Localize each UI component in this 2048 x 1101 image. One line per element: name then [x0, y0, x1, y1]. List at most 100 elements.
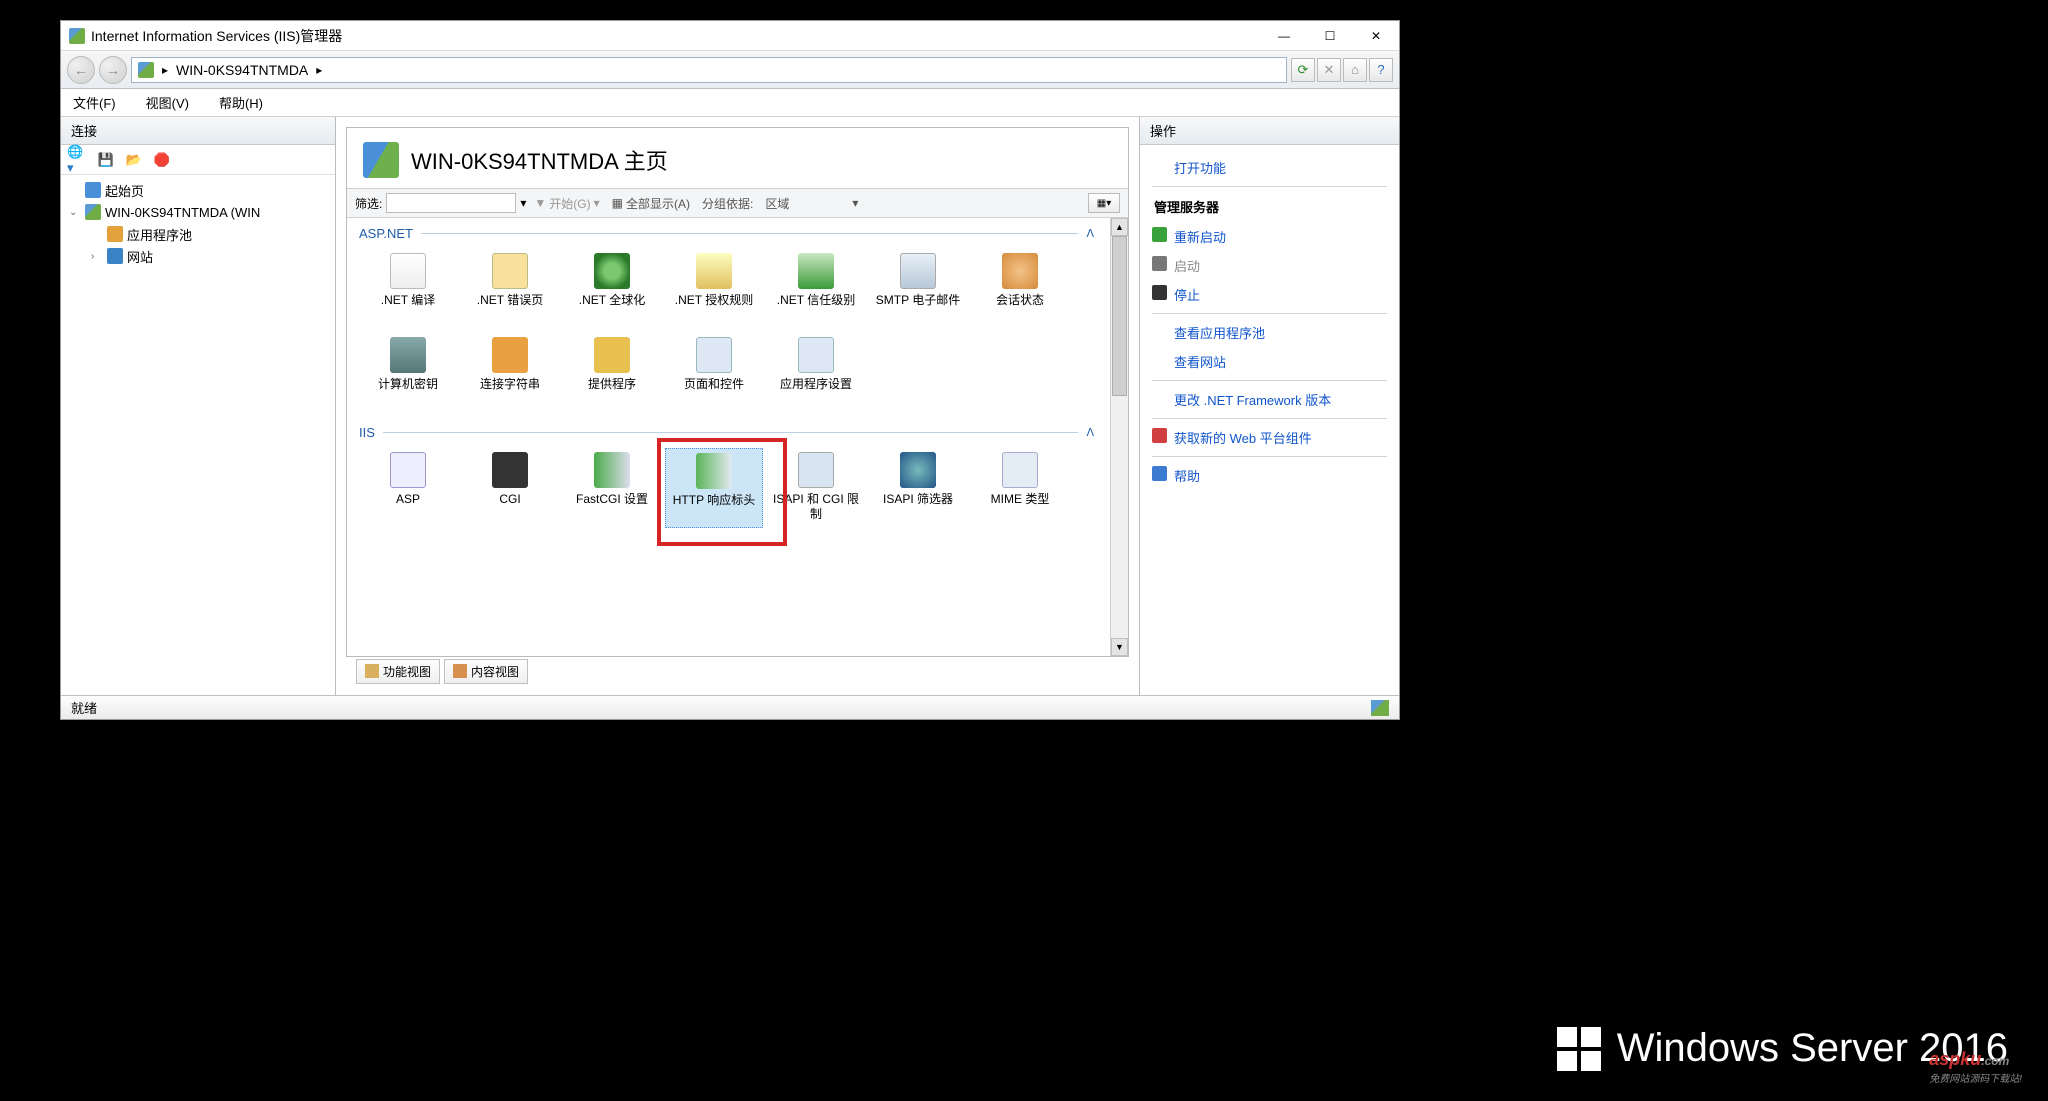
features-view-icon	[365, 664, 379, 678]
navbar: ← → ▸ WIN-0KS94TNTMDA ▸ ⟳ ✕ ⌂ ?	[61, 51, 1399, 89]
annotation-highlight	[657, 438, 787, 546]
group-aspnet[interactable]: ASP.NET ᐱ	[359, 226, 1098, 241]
feature-net-global[interactable]: .NET 全球化	[563, 249, 661, 327]
db-icon	[492, 337, 528, 373]
close-button[interactable]: ✕	[1353, 21, 1399, 51]
iis-manager-window: Internet Information Services (IIS)管理器 —…	[60, 20, 1400, 720]
cgi-icon	[492, 452, 528, 488]
feature-net-auth[interactable]: .NET 授权规则	[665, 249, 763, 327]
filter-input[interactable]	[386, 193, 516, 213]
breadcrumb-server[interactable]: WIN-0KS94TNTMDA	[176, 62, 308, 78]
stop-icon	[1152, 285, 1167, 300]
feature-cgi[interactable]: CGI	[461, 448, 559, 528]
filter-bar: 筛选: ▾ ▼ 开始(G) ▾ ▦ 全部显示(A)	[347, 188, 1128, 218]
tab-features-view[interactable]: 功能视图	[356, 659, 440, 684]
page-title: WIN-0KS94TNTMDA 主页	[411, 144, 668, 176]
filter-start[interactable]: ▼ 开始(G) ▾	[530, 195, 603, 212]
feature-machine-key[interactable]: 计算机密钥	[359, 333, 457, 411]
maximize-button[interactable]: ☐	[1307, 21, 1353, 51]
server-icon	[85, 204, 101, 220]
auth-icon	[696, 253, 732, 289]
start-icon	[1152, 256, 1167, 271]
open-icon[interactable]: 📂	[123, 149, 145, 171]
feature-fastcgi[interactable]: FastCGI 设置	[563, 448, 661, 528]
action-change-net[interactable]: 更改 .NET Framework 版本	[1152, 385, 1387, 414]
feature-conn-str[interactable]: 连接字符串	[461, 333, 559, 411]
back-button[interactable]: ←	[67, 56, 95, 84]
help-button[interactable]: ?	[1369, 58, 1393, 82]
action-manage-server: 管理服务器	[1152, 191, 1387, 222]
menu-file[interactable]: 文件(F)	[67, 89, 122, 116]
trust-icon	[798, 253, 834, 289]
minimize-button[interactable]: —	[1261, 21, 1307, 51]
menu-view[interactable]: 视图(V)	[140, 89, 195, 116]
feature-isapi-filter[interactable]: ISAPI 筛选器	[869, 448, 967, 528]
menubar: 文件(F) 视图(V) 帮助(H)	[61, 89, 1399, 117]
fastcgi-icon	[594, 452, 630, 488]
sites-icon	[107, 248, 123, 264]
feature-providers[interactable]: 提供程序	[563, 333, 661, 411]
action-view-pools[interactable]: 查看应用程序池	[1152, 318, 1387, 347]
restart-icon	[1152, 227, 1167, 242]
feature-net-error[interactable]: .NET 错误页	[461, 249, 559, 327]
feature-net-compile[interactable]: .NET 编译	[359, 249, 457, 327]
scroll-thumb[interactable]	[1112, 236, 1127, 396]
action-help[interactable]: 帮助	[1152, 461, 1387, 490]
app-icon	[69, 28, 85, 44]
center-panel: WIN-0KS94TNTMDA 主页 筛选: ▾ ▼ 开始(G) ▾	[336, 117, 1139, 695]
connections-tree: 起始页 ⌄ WIN-0KS94TNTMDA (WIN 应用程序池 ›	[61, 175, 335, 695]
feature-app-settings[interactable]: 应用程序设置	[767, 333, 865, 411]
feature-asp[interactable]: ASP	[359, 448, 457, 528]
refresh-button[interactable]: ⟳	[1291, 58, 1315, 82]
tree-label: 应用程序池	[127, 225, 192, 244]
feature-session[interactable]: 会话状态	[971, 249, 1069, 327]
filter-showall[interactable]: ▦ 全部显示(A)	[608, 195, 694, 212]
collapse-icon[interactable]: ᐱ	[1086, 227, 1098, 240]
breadcrumb-sep: ▸	[162, 63, 168, 77]
address-bar[interactable]: ▸ WIN-0KS94TNTMDA ▸	[131, 57, 1287, 83]
pages-icon	[696, 337, 732, 373]
menu-help[interactable]: 帮助(H)	[213, 89, 269, 116]
tray-icon	[1371, 700, 1389, 716]
action-open-feature[interactable]: 打开功能	[1152, 153, 1387, 182]
tree-app-pools[interactable]: 应用程序池	[63, 223, 333, 245]
provider-icon	[594, 337, 630, 373]
tree-label: 网站	[127, 247, 153, 266]
action-get-webpi[interactable]: 获取新的 Web 平台组件	[1152, 423, 1387, 452]
scroll-down-icon[interactable]: ▼	[1111, 638, 1128, 656]
delete-icon[interactable]: 🛑	[151, 149, 173, 171]
feature-smtp[interactable]: SMTP 电子邮件	[869, 249, 967, 327]
connections-panel: 连接 🌐▾ 💾 📂 🛑 起始页 ⌄ WIN	[61, 117, 336, 695]
settings-icon	[798, 337, 834, 373]
tab-content-view[interactable]: 内容视图	[444, 659, 528, 684]
group-by-value[interactable]: 区域 ▾	[761, 195, 862, 212]
tree-start-page[interactable]: 起始页	[63, 179, 333, 201]
collapse-icon[interactable]: ᐱ	[1086, 426, 1098, 439]
app-pool-icon	[107, 226, 123, 242]
help-icon	[1152, 466, 1167, 481]
action-restart[interactable]: 重新启动	[1152, 222, 1387, 251]
statusbar: 就绪	[61, 695, 1399, 719]
feature-pages-ctrl[interactable]: 页面和控件	[665, 333, 763, 411]
action-start: 启动	[1152, 251, 1387, 280]
feature-mime[interactable]: MIME 类型	[971, 448, 1069, 528]
group-by: 分组依据:	[698, 195, 757, 212]
action-stop[interactable]: 停止	[1152, 280, 1387, 309]
save-icon[interactable]: 💾	[95, 149, 117, 171]
home-button[interactable]: ⌂	[1343, 58, 1367, 82]
compile-icon	[390, 253, 426, 289]
scroll-up-icon[interactable]: ▲	[1111, 218, 1128, 236]
tree-sites[interactable]: › 网站	[63, 245, 333, 267]
action-view-sites[interactable]: 查看网站	[1152, 347, 1387, 376]
vertical-scrollbar[interactable]: ▲ ▼	[1110, 218, 1128, 656]
forward-button[interactable]: →	[99, 56, 127, 84]
stop-button[interactable]: ✕	[1317, 58, 1341, 82]
isapi-filter-icon	[900, 452, 936, 488]
feature-net-trust[interactable]: .NET 信任级别	[767, 249, 865, 327]
view-mode-button[interactable]: ▦▾	[1088, 193, 1120, 213]
tree-server[interactable]: ⌄ WIN-0KS94TNTMDA (WIN	[63, 201, 333, 223]
filter-label: 筛选:	[355, 195, 382, 212]
connect-icon[interactable]: 🌐▾	[67, 149, 89, 171]
asp-icon	[390, 452, 426, 488]
dropdown-icon[interactable]: ▾	[520, 196, 526, 210]
